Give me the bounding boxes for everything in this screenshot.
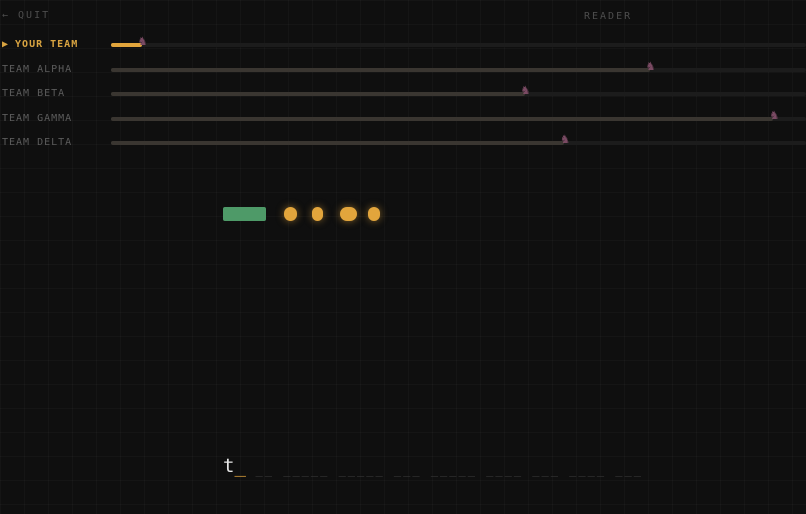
lane-label-text: TEAM GAMMA (2, 112, 73, 124)
lane-label-text: TEAM ALPHA (2, 63, 73, 75)
progress-fill (111, 92, 525, 96)
lane-team-alpha: TEAM ALPHA ♞ (0, 59, 806, 78)
word-chunk-complete (223, 207, 266, 221)
horse-head-icon: ♞ (770, 107, 779, 123)
progress-fill (111, 43, 142, 47)
word-chunk-pending (312, 207, 323, 221)
progress-fill (111, 116, 774, 121)
horse-head-icon: ♞ (521, 83, 530, 98)
quit-button[interactable]: ← QUIT (2, 10, 50, 21)
lane-label: TEAM BETA (2, 88, 65, 99)
lane-label: TEAM DELTA (2, 137, 72, 148)
progress-track: ♞ (111, 35, 806, 49)
typed-text: t (223, 455, 235, 477)
player-pointer-icon: ▶ (2, 39, 10, 50)
mode-label: READER (584, 11, 633, 22)
lane-label: TEAM GAMMA (2, 113, 72, 124)
progress-track: ♞ (111, 84, 806, 98)
lane-label-text: YOUR TEAM (15, 39, 79, 50)
progress-track: ♞ (111, 133, 806, 147)
lane-label-text: TEAM BETA (2, 88, 66, 99)
typing-line[interactable]: t_ __ _____ _____ ___ _____ ____ ___ ___… (223, 455, 806, 481)
lane-team-beta: TEAM BETA ♞ (0, 84, 806, 102)
text-cursor: _ (234, 455, 246, 477)
lane-label: TEAM ALPHA (2, 64, 72, 75)
word-chunk-pending (284, 207, 297, 221)
horse-head-icon: ♞ (646, 58, 655, 74)
progress-track: ♞ (111, 59, 806, 73)
lane-label-text: TEAM DELTA (2, 137, 73, 148)
progress-fill (111, 67, 650, 72)
lane-label: ▶ YOUR TEAM (2, 39, 78, 50)
horse-head-icon: ♞ (138, 34, 147, 49)
word-chunk-pending (368, 207, 380, 221)
word-chunk-pending (340, 207, 357, 221)
horse-head-icon: ♞ (561, 132, 569, 147)
lane-your-team: ▶ YOUR TEAM ♞ (0, 35, 806, 53)
progress-fill (111, 141, 565, 145)
remaining-text: __ _____ _____ ___ _____ ____ ___ ____ _… (255, 463, 643, 477)
lane-team-delta: TEAM DELTA ♞ (0, 133, 806, 151)
race-screen: ← QUIT READER ▶ YOUR TEAM ♞ TEAM ALPHA ♞ TEAM… (0, 0, 806, 514)
progress-track: ♞ (111, 108, 806, 122)
lane-team-gamma: TEAM GAMMA ♞ (0, 108, 806, 127)
